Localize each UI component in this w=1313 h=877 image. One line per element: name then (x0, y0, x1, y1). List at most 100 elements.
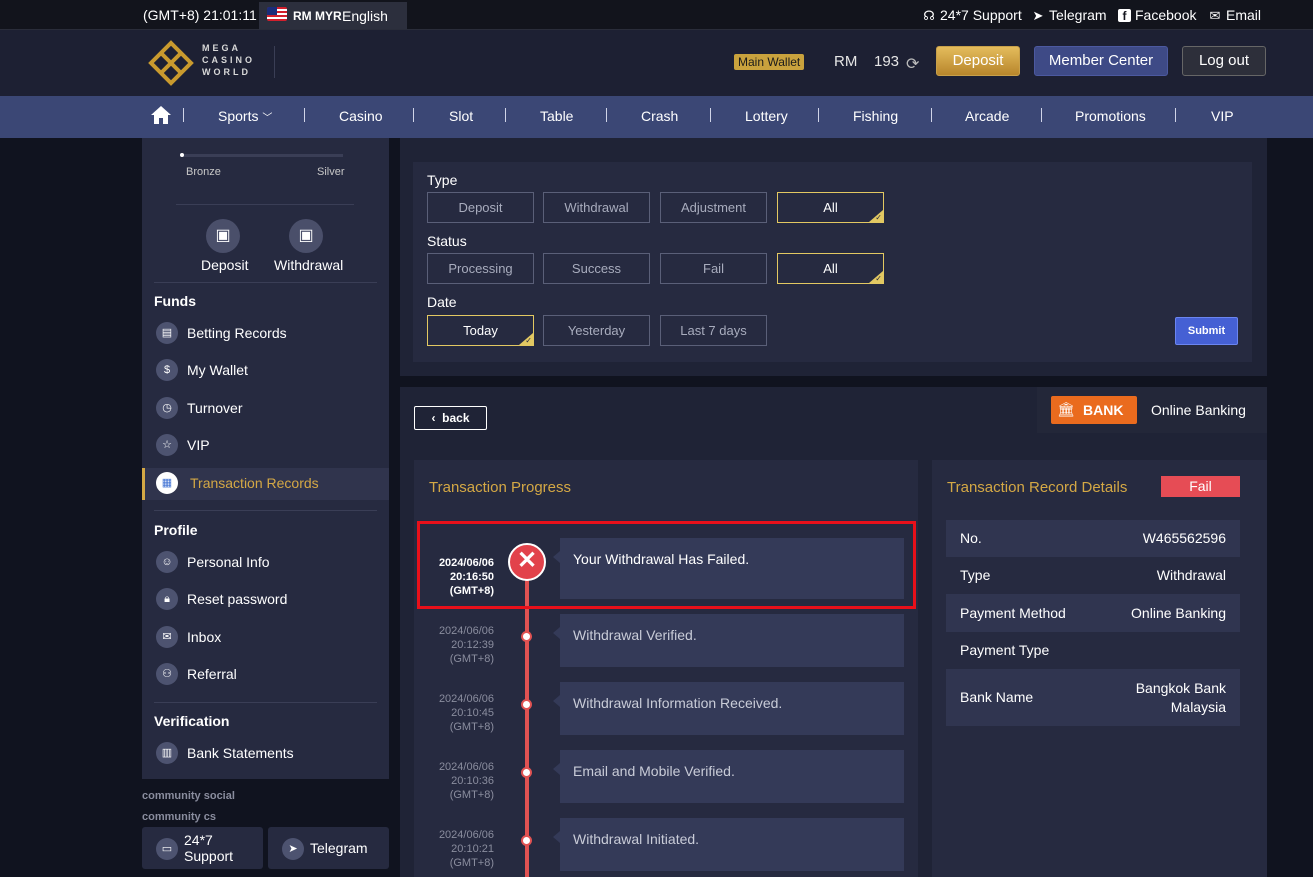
date-yesterday-option[interactable]: Yesterday (543, 315, 650, 346)
nav-item-sports[interactable]: Sports ﹀ (218, 108, 272, 124)
submit-button[interactable]: Submit (1175, 317, 1238, 345)
nav-item-slot[interactable]: Slot (449, 108, 473, 124)
nav-item-fishing[interactable]: Fishing (853, 108, 898, 124)
withdrawal-quick-label[interactable]: Withdrawal (274, 257, 343, 273)
type-adjustment-option[interactable]: Adjustment (660, 192, 767, 223)
sidebar-item-label: Personal Info (187, 554, 270, 570)
wallet-icon: $ (156, 359, 178, 381)
sidebar-item-reset-password[interactable]: 🔒︎ Reset password (142, 584, 389, 616)
sidebar-item-turnover[interactable]: ◷ Turnover (142, 393, 389, 425)
telegram-icon: ➤ (282, 838, 304, 860)
sidebar-item-inbox[interactable]: ✉ Inbox (142, 622, 389, 654)
type-deposit-option[interactable]: Deposit (427, 192, 534, 223)
referral-icon: ⚇ (156, 663, 178, 685)
refresh-icon[interactable]: ⟳ (906, 54, 919, 74)
sidebar-item-my-wallet[interactable]: $ My Wallet (142, 355, 389, 387)
sidebar-item-label: Reset password (187, 591, 288, 607)
status-fail-option[interactable]: Fail (660, 253, 767, 284)
timeline-date: 2024/06/06 (438, 625, 494, 637)
wallet-currency: RM (834, 53, 858, 70)
timeline-timestamp: 2024/06/06 20:10:21 (GMT+8) (426, 828, 494, 870)
nav-item-crash[interactable]: Crash (641, 108, 678, 124)
timeline-message: Withdrawal Initiated. (553, 818, 904, 871)
back-label: back (442, 411, 470, 425)
sidebar-item-vip[interactable]: ☆ VIP (142, 430, 389, 462)
support-link-label: 24*7 Support (940, 7, 1022, 23)
detail-value: W465562596 (1142, 530, 1226, 546)
deposit-button[interactable]: Deposit (936, 46, 1020, 76)
date-label: Date (427, 294, 457, 310)
sidebar-item-betting-records[interactable]: ▤ Betting Records (142, 318, 389, 350)
top-bar: (GMT+8) 21:01:11 (0, 0, 1313, 30)
timeline-tz: (GMT+8) (449, 721, 494, 733)
nav-separator (505, 108, 506, 122)
language-selector[interactable]: RM MYR English (259, 2, 407, 29)
sidebar-item-label: Transaction Records (190, 475, 319, 491)
type-withdrawal-option[interactable]: Withdrawal (543, 192, 650, 223)
detail-key: Payment Type (960, 642, 1050, 658)
email-link[interactable]: ✉ Email (1208, 7, 1261, 24)
nav-item-arcade[interactable]: Arcade (965, 108, 1009, 124)
divider (154, 702, 377, 703)
timeline-timestamp: 2024/06/06 20:12:39 (GMT+8) (426, 624, 494, 666)
member-center-button[interactable]: Member Center (1034, 46, 1168, 76)
divider (154, 282, 377, 283)
bank-statement-icon: ▥ (156, 742, 178, 764)
date-last-7-days-option[interactable]: Last 7 days (660, 315, 767, 346)
cs-telegram-button[interactable]: ➤ Telegram (268, 827, 389, 869)
cs-support-button[interactable]: ▭ 24*7 Support (142, 827, 263, 869)
deposit-quick-label[interactable]: Deposit (201, 257, 248, 273)
level-from: Bronze (186, 166, 221, 178)
back-button[interactable]: ‹ back (414, 406, 487, 430)
timeline-date: 2024/06/06 (438, 829, 494, 841)
support-link[interactable]: ☊ 24*7 Support (922, 7, 1022, 24)
sidebar-item-referral[interactable]: ⚇ Referral (142, 659, 389, 691)
malaysia-flag-icon (267, 7, 287, 21)
chevron-left-icon: ‹ (431, 411, 436, 425)
detail-row: Type Withdrawal (946, 557, 1240, 594)
facebook-link[interactable]: f Facebook (1118, 7, 1196, 23)
cs-support-label: 24*7 Support (184, 832, 234, 864)
status-label: Status (427, 233, 467, 249)
sidebar-item-label: Bank Statements (187, 745, 294, 761)
telegram-icon: ➤ (1032, 8, 1044, 23)
detail-row: Payment Method Online Banking (946, 594, 1240, 632)
nav-separator (304, 108, 305, 122)
bank-building-icon: 🏛︎ (1057, 401, 1075, 417)
sidebar-item-personal-info[interactable]: ☺ Personal Info (142, 547, 389, 579)
nav-item-promotions[interactable]: Promotions (1075, 108, 1146, 124)
status-success-option[interactable]: Success (543, 253, 650, 284)
detail-row: Payment Type (946, 632, 1240, 669)
home-icon[interactable] (150, 104, 172, 126)
level-to: Silver (317, 166, 345, 178)
timeline-dot (521, 699, 532, 710)
date-today-option[interactable]: Today (427, 315, 534, 346)
deposit-quick-icon[interactable]: ▣ (206, 219, 240, 253)
status-all-option[interactable]: All (777, 253, 884, 284)
logo-line: MEGA (202, 43, 241, 53)
type-label: Type (427, 172, 458, 188)
transaction-icon: ▦ (156, 472, 178, 494)
detail-value: Online Banking (1131, 605, 1226, 621)
status-processing-option[interactable]: Processing (427, 253, 534, 284)
telegram-link-label: Telegram (1049, 7, 1107, 23)
type-all-option[interactable]: All (777, 192, 884, 223)
nav-item-table[interactable]: Table (540, 108, 573, 124)
timeline-time: 20:10:36 (451, 775, 494, 787)
sidebar-item-transaction-records[interactable]: ▦ Transaction Records (142, 468, 389, 500)
withdrawal-quick-icon[interactable]: ▣ (289, 219, 323, 253)
nav-item-vip[interactable]: VIP (1211, 108, 1234, 124)
detail-key: Bank Name (960, 689, 1034, 705)
logout-button[interactable]: Log out (1182, 46, 1266, 76)
telegram-link[interactable]: ➤ Telegram (1031, 7, 1107, 24)
timeline-tz: (GMT+8) (449, 857, 494, 869)
wallet-balance: 193 (874, 53, 900, 70)
sidebar-item-bank-statements[interactable]: ▥ Bank Statements (142, 738, 389, 770)
logo-divider (274, 46, 275, 78)
logo-icon[interactable] (146, 40, 196, 86)
timeline-dot (521, 767, 532, 778)
nav-separator (818, 108, 819, 122)
nav-item-casino[interactable]: Casino (339, 108, 383, 124)
level-progress-track (181, 154, 343, 157)
nav-item-lottery[interactable]: Lottery (745, 108, 788, 124)
